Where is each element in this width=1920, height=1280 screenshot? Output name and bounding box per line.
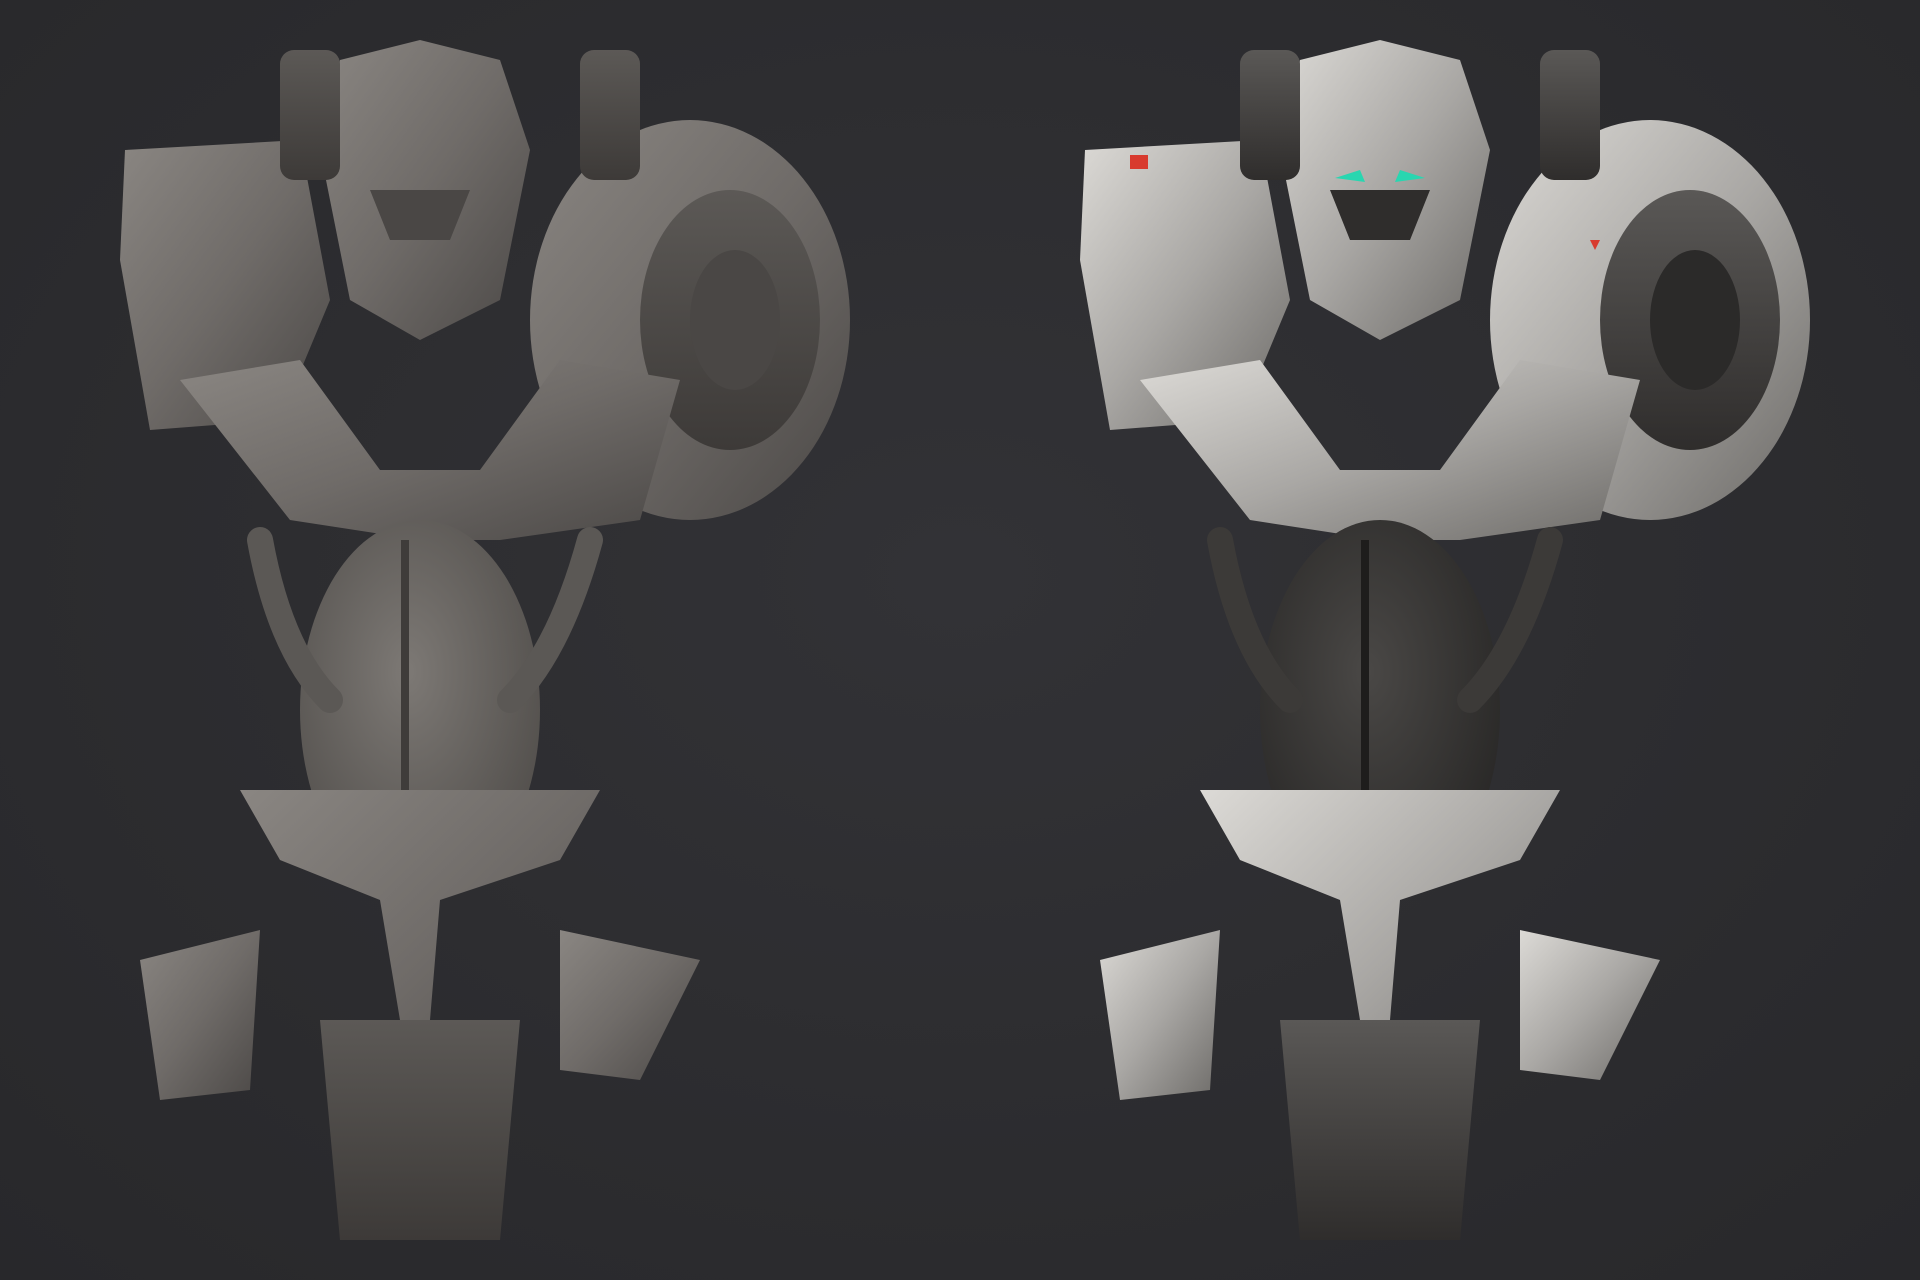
render-canvas xyxy=(0,0,1920,1280)
clay-sculpt-figure xyxy=(120,40,850,1240)
textured-render xyxy=(960,0,1920,1280)
textured-torso xyxy=(1080,40,1810,1240)
textured-figure xyxy=(1080,40,1810,1240)
clay-sculpt-render xyxy=(0,0,960,1280)
decal-red xyxy=(1130,155,1148,169)
clay-torso xyxy=(120,40,850,1240)
